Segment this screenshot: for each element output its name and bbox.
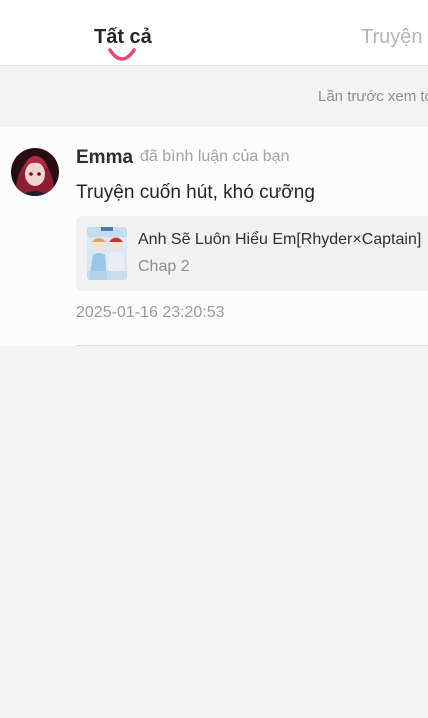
tab-active-indicator (107, 44, 137, 64)
story-cover-image (87, 227, 127, 280)
last-viewed-notice: Lần trước xem tớ (318, 88, 428, 105)
comment-text: Truyện cuốn hút, khó cưỡng (76, 182, 315, 203)
avatar[interactable] (11, 148, 59, 196)
story-link[interactable]: Anh Sẽ Luôn Hiểu Em[Rhyder×Captain] Chap… (76, 216, 428, 291)
notification-item[interactable]: Emma đã bình luận của bạn Truyện cuốn hú… (0, 127, 428, 346)
user-name[interactable]: Emma (76, 146, 133, 170)
action-text: đã bình luận của bạn (140, 148, 290, 165)
divider (76, 345, 428, 346)
tab-bar: Tất cả Truyện (0, 0, 428, 66)
tab-stories[interactable]: Truyện (361, 24, 423, 50)
timestamp: 2025-01-16 23:20:53 (76, 304, 225, 321)
story-chapter: Chap 2 (138, 258, 190, 275)
story-title: Anh Sẽ Luôn Hiểu Em[Rhyder×Captain] (138, 231, 422, 248)
